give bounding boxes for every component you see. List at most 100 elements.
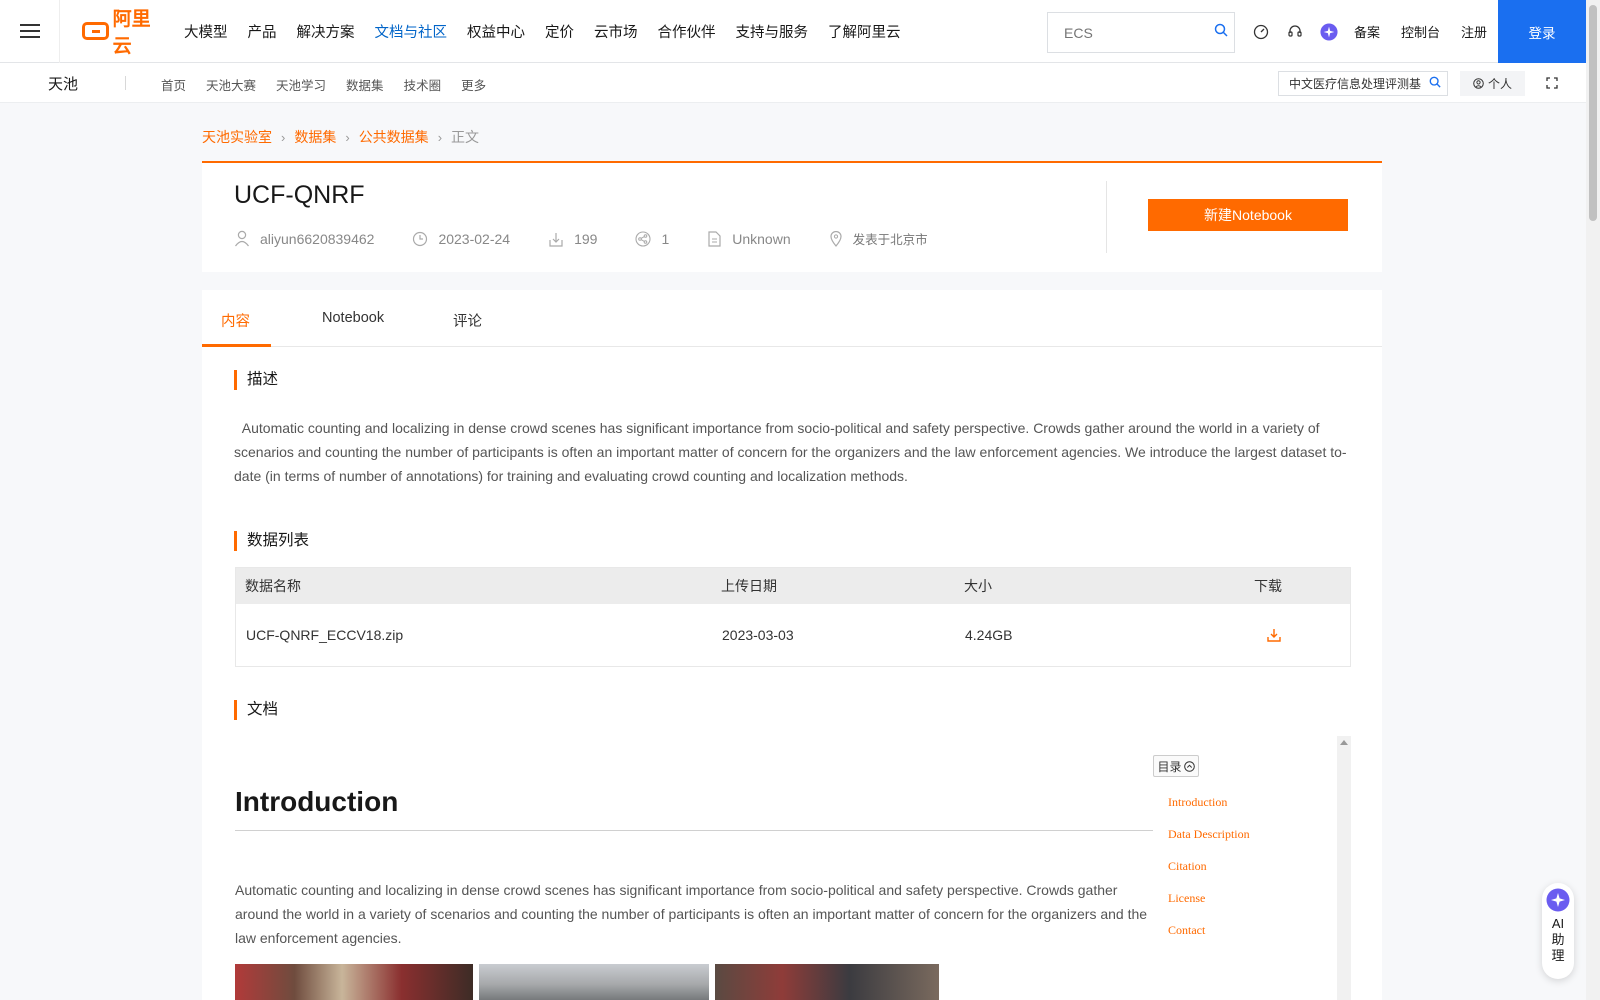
sub-nav-competitions[interactable]: 天池大赛 <box>206 75 256 94</box>
section-title-documentation: 文档 <box>234 700 278 720</box>
sub-nav-more[interactable]: 更多 <box>461 75 486 94</box>
nav-item-products[interactable]: 产品 <box>248 21 277 42</box>
page-scrollbar[interactable] <box>1586 0 1600 1000</box>
nav-item-docs-community[interactable]: 文档与社区 <box>375 21 448 42</box>
download-icon[interactable] <box>1267 628 1281 644</box>
doc-scrollbar[interactable] <box>1337 736 1351 1000</box>
nav-item-pricing[interactable]: 定价 <box>545 21 574 42</box>
clock-icon <box>413 231 428 246</box>
nav-item-benefits[interactable]: 权益中心 <box>467 21 525 42</box>
breadcrumb-datasets[interactable]: 数据集 <box>294 127 336 147</box>
meta-downloads: 199 <box>548 231 597 247</box>
column-header-date: 上传日期 <box>721 578 777 594</box>
logo-text: 阿里云 <box>112 9 151 57</box>
sub-nav-home[interactable]: 首页 <box>161 75 186 94</box>
chevron-right-icon: › <box>437 129 443 145</box>
ai-assistant-icon <box>1546 888 1570 912</box>
tab-notebook[interactable]: Notebook <box>322 310 384 326</box>
new-notebook-button[interactable]: 新建Notebook <box>1148 199 1348 231</box>
doc-intro-paragraph: Automatic counting and localizing in den… <box>235 882 1148 946</box>
expand-icon[interactable] <box>1546 76 1558 94</box>
sub-nav-items: 首页 天池大赛 天池学习 数据集 技术圈 更多 <box>161 75 506 94</box>
nav-item-marketplace[interactable]: 云市场 <box>594 21 638 42</box>
sub-navigation-bar: 天池 首页 天池大赛 天池学习 数据集 技术圈 更多 个人 <box>0 63 1586 103</box>
dataset-content-card: 内容 Notebook 评论 描述 Automatic counting and… <box>202 290 1382 1000</box>
personal-label: 个人 <box>1487 77 1512 91</box>
sub-search-input[interactable] <box>1289 76 1429 91</box>
sub-nav-datasets[interactable]: 数据集 <box>346 75 384 94</box>
file-name: UCF-QNRF_ECCV18.zip <box>246 627 404 643</box>
login-button[interactable]: 登录 <box>1498 0 1586 63</box>
ai-assistant-widget[interactable]: AI助理 <box>1542 883 1574 979</box>
column-header-download: 下载 <box>1254 578 1282 594</box>
description-text: Automatic counting and localizing in den… <box>234 416 1354 488</box>
nav-item-llm[interactable]: 大模型 <box>184 21 228 42</box>
breadcrumb-tianchi-lab[interactable]: 天池实验室 <box>202 127 272 147</box>
toc-item-introduction[interactable]: Introduction <box>1168 795 1227 810</box>
dataset-title: UCF-QNRF <box>234 181 365 209</box>
toc-item-citation[interactable]: Citation <box>1168 859 1207 874</box>
meta-date: 2023-02-24 <box>412 231 510 247</box>
customer-service-icon[interactable] <box>1286 23 1304 41</box>
share-count: 1 <box>661 230 670 247</box>
main-nav: 大模型 产品 解决方案 文档与社区 权益中心 定价 云市场 合作伙伴 支持与服务… <box>184 21 921 42</box>
top-search-input[interactable] <box>1064 24 1214 41</box>
toc-item-contact[interactable]: Contact <box>1168 923 1205 938</box>
tianchi-brand[interactable]: 天池 <box>48 73 78 94</box>
tab-comments[interactable]: 评论 <box>453 310 482 331</box>
top-link-register[interactable]: 注册 <box>1461 22 1487 41</box>
nav-item-about[interactable]: 了解阿里云 <box>828 21 901 42</box>
chevron-right-icon: › <box>281 129 286 145</box>
user-circle-icon <box>1473 78 1484 89</box>
column-header-name: 数据名称 <box>245 578 301 594</box>
upload-date: 2023-03-03 <box>722 627 794 643</box>
top-navigation-bar: 阿里云 大模型 产品 解决方案 文档与社区 权益中心 定价 云市场 合作伙伴 支… <box>0 0 1586 63</box>
sub-nav-learning[interactable]: 天池学习 <box>276 75 326 94</box>
nav-item-support[interactable]: 支持与服务 <box>736 21 809 42</box>
column-header-size: 大小 <box>964 578 992 594</box>
share-icon <box>635 230 651 247</box>
breadcrumb: 天池实验室 › 数据集 › 公共数据集 › 正文 <box>202 127 479 147</box>
menu-icon[interactable] <box>0 0 60 63</box>
author-name[interactable]: aliyun6620839462 <box>260 231 374 247</box>
chevron-right-icon: › <box>345 129 350 145</box>
doc-heading-introduction: Introduction <box>235 786 1154 831</box>
download-count: 199 <box>574 230 598 247</box>
sub-nav-tech-circle[interactable]: 技术圈 <box>404 75 442 94</box>
ai-sparkle-icon[interactable] <box>1320 22 1338 41</box>
toc-label: 目录 <box>1157 759 1182 774</box>
location-text: 发表于北京市 <box>852 233 928 247</box>
toc-item-data-description[interactable]: Data Description <box>1168 827 1250 842</box>
section-title-description: 描述 <box>234 370 278 390</box>
crowd-image-3 <box>715 964 939 1000</box>
page-scrollbar-thumb[interactable] <box>1589 5 1597 221</box>
tab-content[interactable]: 内容 <box>221 310 250 331</box>
data-list-table: 数据名称 上传日期 大小 下载 UCF-QNRF_ECCV18.zip 2023… <box>235 567 1351 667</box>
table-of-contents: 目录 Introduction Data Description Citatio… <box>1153 736 1333 1000</box>
top-link-filing[interactable]: 备案 <box>1354 22 1380 41</box>
user-icon <box>235 230 249 247</box>
document-icon <box>708 230 721 247</box>
nav-item-solutions[interactable]: 解决方案 <box>297 21 355 42</box>
crowd-image-2 <box>479 964 709 1000</box>
documentation-frame: Introduction Automatic counting and loca… <box>235 736 1351 1000</box>
toc-item-license[interactable]: License <box>1168 891 1205 906</box>
top-link-console[interactable]: 控制台 <box>1401 22 1440 41</box>
search-icon[interactable] <box>1429 75 1441 93</box>
search-icon[interactable] <box>1214 23 1228 42</box>
aliyun-logo[interactable]: 阿里云 <box>82 9 166 57</box>
toc-toggle-button[interactable]: 目录 <box>1153 755 1199 777</box>
breadcrumb-public-datasets[interactable]: 公共数据集 <box>359 127 429 147</box>
sub-search-box <box>1278 71 1448 96</box>
scroll-up-arrow-icon[interactable] <box>1340 740 1348 745</box>
top-right-tools: 备案 控制台 注册 <box>1252 0 1508 63</box>
doc-image-strip <box>235 964 945 1000</box>
breadcrumb-current: 正文 <box>451 129 480 145</box>
description-body: Automatic counting and localizing in den… <box>234 420 1347 484</box>
personal-button[interactable]: 个人 <box>1460 71 1525 96</box>
collapse-icon <box>1183 760 1195 772</box>
file-size: 4.24GB <box>965 627 1013 643</box>
dashboard-icon[interactable] <box>1252 23 1270 41</box>
header-divider <box>1106 181 1107 253</box>
nav-item-partners[interactable]: 合作伙伴 <box>658 21 716 42</box>
